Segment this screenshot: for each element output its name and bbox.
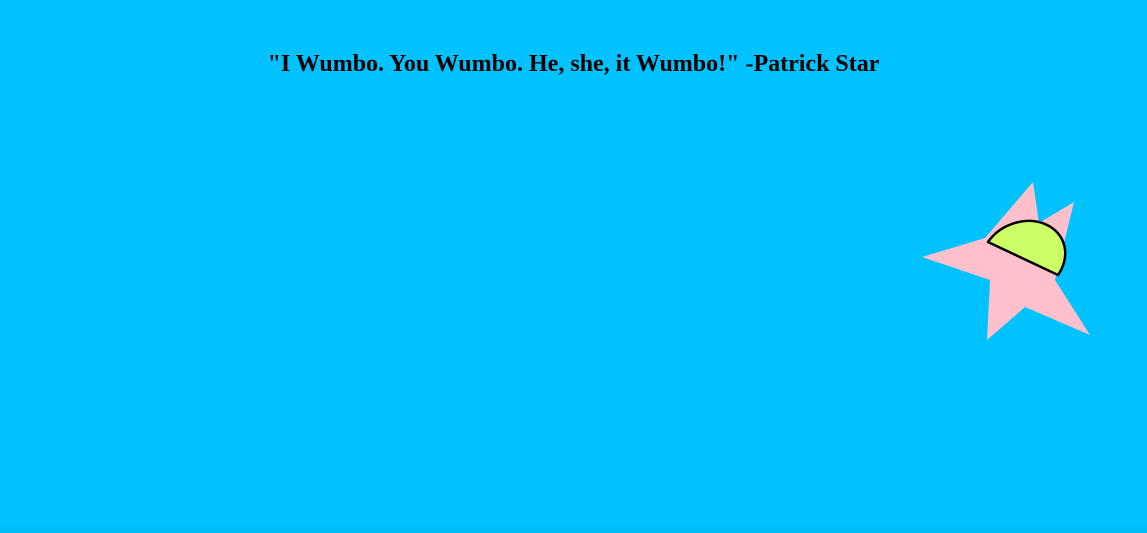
- patrick-star-icon: [922, 182, 1090, 340]
- bottom-shade: [0, 521, 1147, 533]
- page-quote: "I Wumbo. You Wumbo. He, she, it Wumbo!"…: [267, 51, 880, 77]
